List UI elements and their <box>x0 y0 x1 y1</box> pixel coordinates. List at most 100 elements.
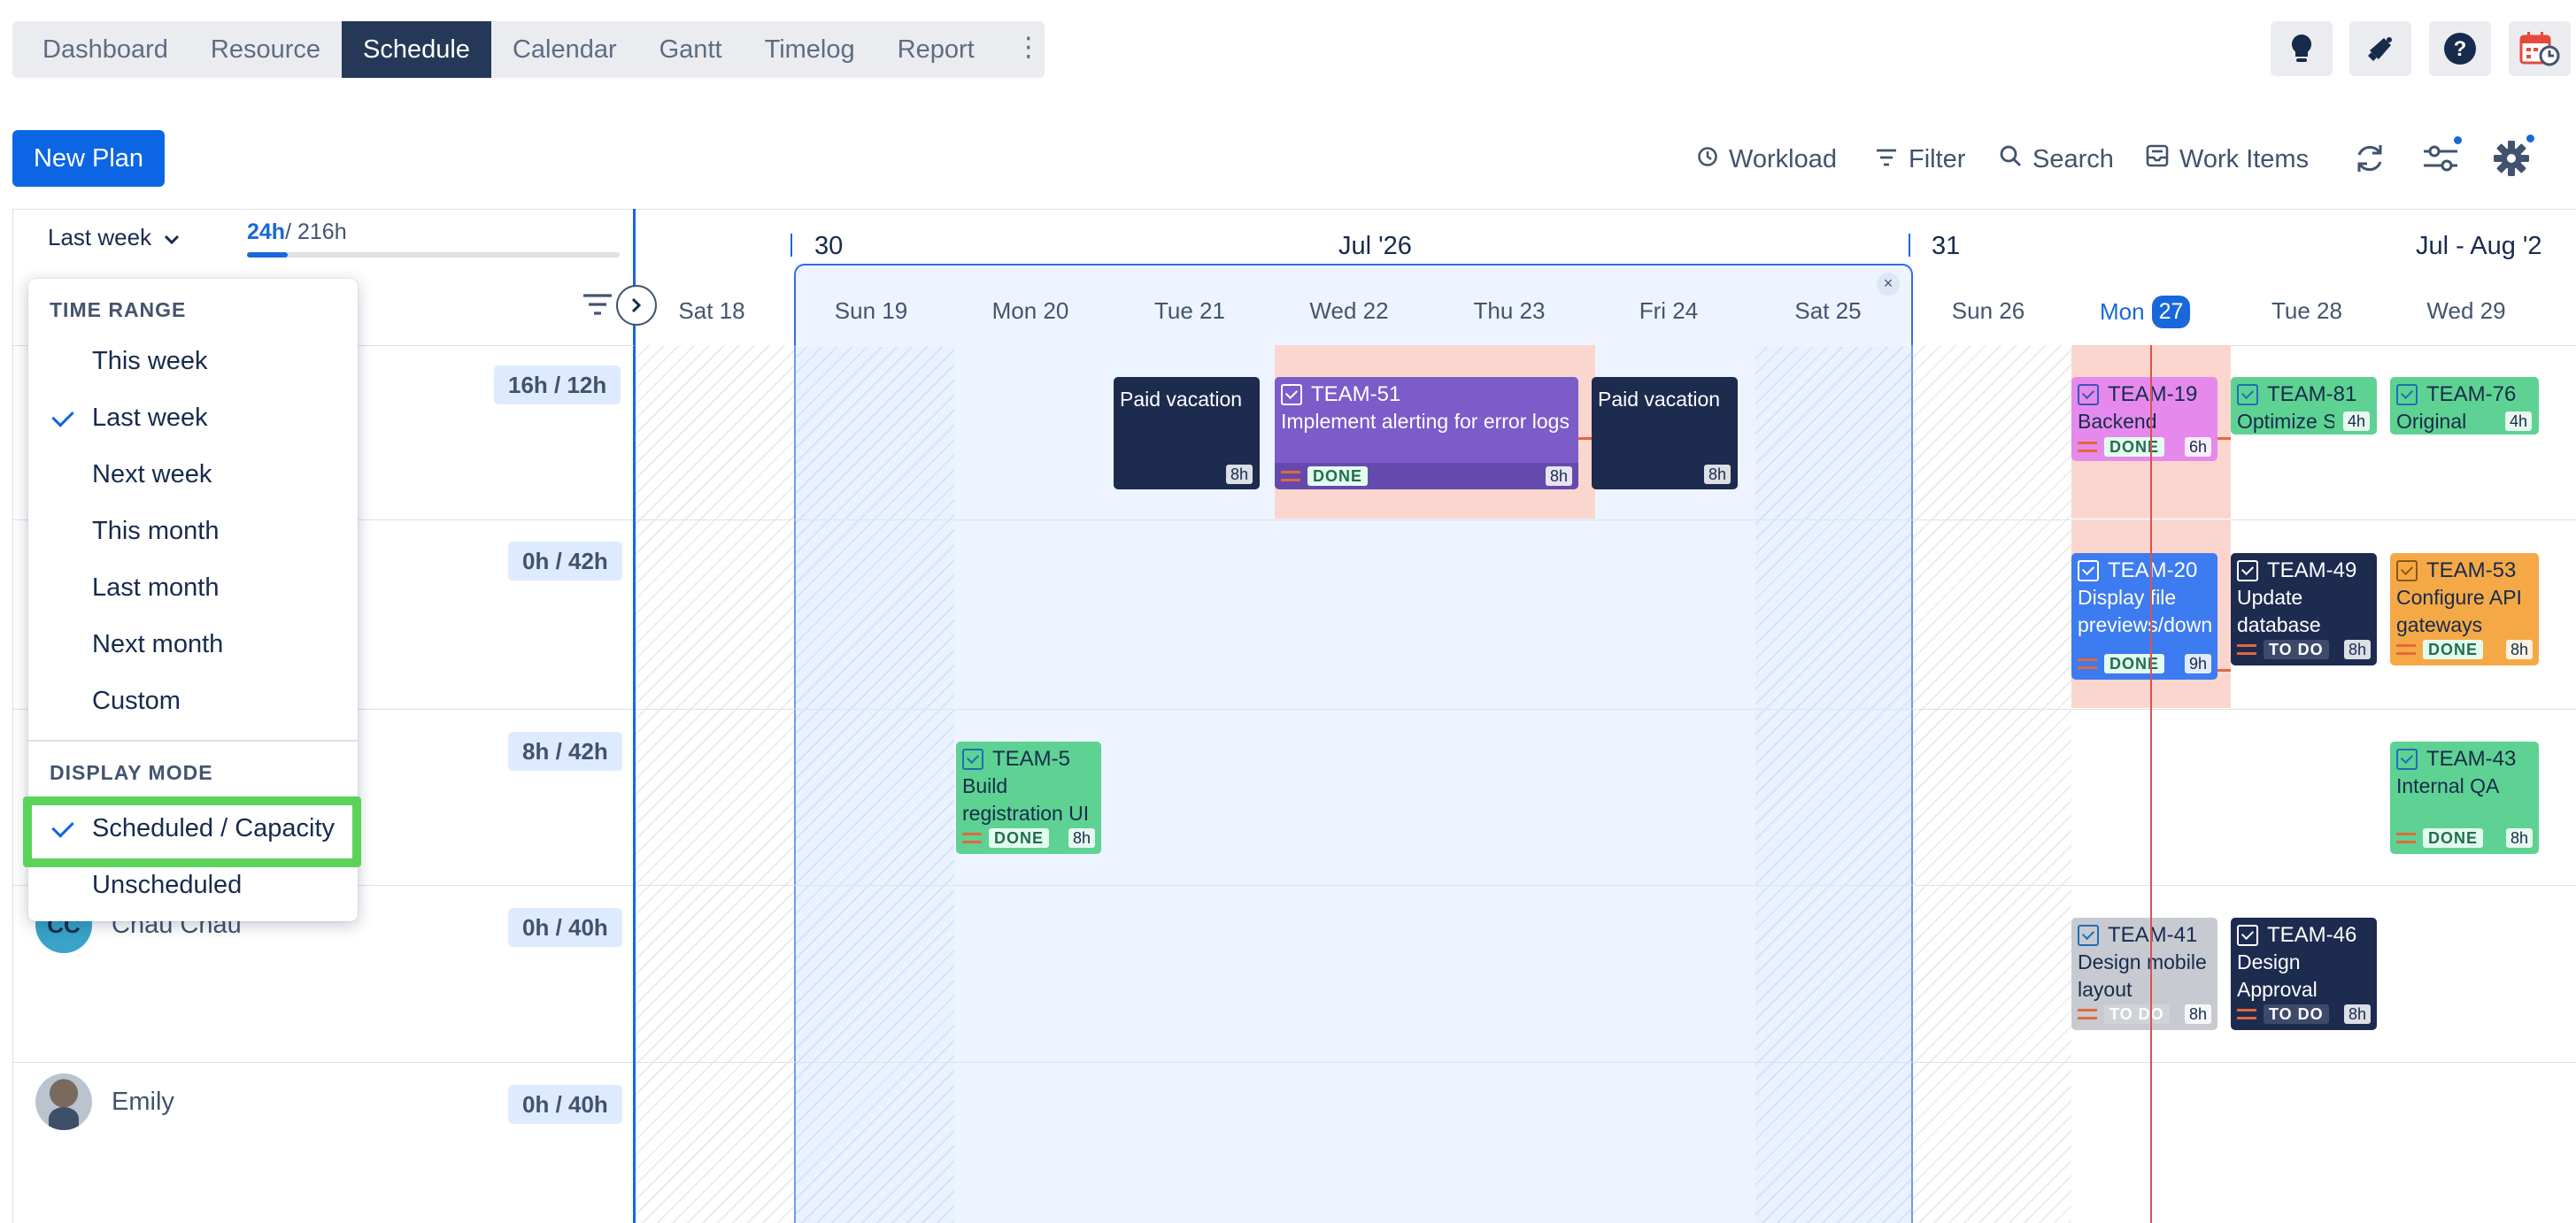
clock-icon <box>1697 145 1718 174</box>
task-card-team-46[interactable]: TEAM-46 Design Approval TO DO 8h <box>2231 918 2377 1030</box>
tab-timelog[interactable]: Timelog <box>744 21 876 78</box>
menu-item-scheduled-capacity[interactable]: Scheduled / Capacity <box>28 803 358 854</box>
lightbulb-icon[interactable] <box>2271 21 2333 76</box>
day-header: Tue 21 <box>1154 297 1225 324</box>
week-tick <box>1909 234 1910 257</box>
workload-button[interactable]: Workload <box>1697 142 1837 177</box>
day-header: Sat 25 <box>1794 297 1862 324</box>
task-card-team-5[interactable]: TEAM-5 Build registration UI DONE 8h <box>956 742 1101 854</box>
time-range-select[interactable]: Last week <box>48 219 180 255</box>
expand-panel-button[interactable] <box>616 285 657 326</box>
week-label: 31 <box>1932 232 1961 260</box>
menu-item-last-month[interactable]: Last month <box>28 562 358 613</box>
card-key: TEAM-19 <box>2108 382 2198 406</box>
tab-schedule[interactable]: Schedule <box>342 21 491 78</box>
megaphone-icon[interactable] <box>2349 21 2411 76</box>
card-key: TEAM-53 <box>2426 558 2517 582</box>
card-key: TEAM-76 <box>2426 382 2517 406</box>
day-header: Tue 28 <box>2271 297 2342 324</box>
card-hours: 8h <box>2343 640 2371 659</box>
menu-item-label: Last week <box>92 403 208 432</box>
inbox-icon <box>2146 144 2169 174</box>
week-tick <box>791 234 792 257</box>
gear-icon[interactable] <box>2489 133 2536 181</box>
card-title: Optimize SE <box>2237 410 2334 433</box>
tab-resource[interactable]: Resource <box>189 21 342 78</box>
checkbox-icon <box>2078 559 2099 581</box>
panel-divider[interactable] <box>633 209 636 1223</box>
menu-item-last-week[interactable]: Last week <box>28 392 358 443</box>
capacity-badge: 0h / 42h <box>508 542 622 581</box>
card-key: TEAM-49 <box>2267 558 2357 582</box>
menu-section-title: DISPLAY MODE <box>50 761 213 784</box>
task-card-team-49[interactable]: TEAM-49 Update database TO DO 8h <box>2231 553 2377 665</box>
menu-item-this-month[interactable]: This month <box>28 505 358 557</box>
tab-dashboard[interactable]: Dashboard <box>21 21 189 78</box>
task-card-team-19[interactable]: TEAM-19 Backend DONE 6h <box>2071 377 2217 461</box>
work-items-button[interactable]: Work Items <box>2146 142 2309 177</box>
new-plan-button[interactable]: New Plan <box>12 130 165 187</box>
menu-item-custom[interactable]: Custom <box>28 675 358 727</box>
card-hours: 8h <box>1068 828 1095 848</box>
refresh-icon[interactable] <box>2348 136 2392 181</box>
menu-item-next-month[interactable]: Next month <box>28 619 358 670</box>
weekend-column <box>1912 345 2071 1223</box>
menu-item-unscheduled[interactable]: Unscheduled <box>28 859 358 911</box>
card-title: Paid vacation <box>1598 388 1721 411</box>
card-hours: 8h <box>2505 640 2533 659</box>
task-card-team-76[interactable]: TEAM-76 Original 4h <box>2390 377 2539 435</box>
checkbox-icon <box>2078 383 2099 405</box>
task-card-team-41[interactable]: TEAM-41 Design mobile layout TO DO 8h <box>2071 918 2217 1030</box>
calendar-clock-icon[interactable] <box>2509 21 2571 76</box>
checkbox-icon <box>2396 748 2418 770</box>
task-card-team-81[interactable]: TEAM-81 Optimize SE 4h <box>2231 377 2377 435</box>
check-icon <box>51 815 74 838</box>
avatar <box>35 1073 92 1130</box>
more-vertical-icon[interactable]: ⋮ <box>996 21 1061 78</box>
checkbox-icon <box>1281 383 1302 405</box>
time-off-card[interactable]: Paid vacation 8h <box>1114 377 1260 489</box>
tab-gantt[interactable]: Gantt <box>638 21 744 78</box>
status-badge: TO DO <box>2104 1004 2170 1024</box>
card-key: TEAM-51 <box>1311 382 1401 406</box>
task-card-team-51[interactable]: TEAM-51 Implement alerting for error log… <box>1275 377 1578 489</box>
card-key: TEAM-46 <box>2267 923 2357 947</box>
help-icon[interactable]: ? <box>2429 21 2491 76</box>
capacity-badge: 0h / 40h <box>508 908 622 947</box>
checkbox-icon <box>2237 559 2258 581</box>
sort-filter-icon[interactable] <box>582 292 613 323</box>
filter-icon <box>1875 145 1898 174</box>
priority-medium-icon <box>2396 833 2416 843</box>
day-header: Thu 23 <box>1473 297 1546 324</box>
sliders-icon[interactable] <box>2418 135 2464 181</box>
capacity-badge: 16h / 12h <box>494 365 621 404</box>
priority-medium-icon <box>2078 1009 2097 1019</box>
checkbox-icon <box>962 748 983 770</box>
task-card-team-20[interactable]: TEAM-20 Display file previews/downlinks … <box>2071 553 2217 680</box>
status-badge: DONE <box>2423 640 2484 659</box>
filter-button[interactable]: Filter <box>1875 142 1965 177</box>
time-range-menu: TIME RANGE This week Last week Next week… <box>28 279 358 921</box>
priority-medium-icon <box>1281 471 1300 481</box>
person-row-emily[interactable]: Emily <box>35 1073 174 1130</box>
menu-item-next-week[interactable]: Next week <box>28 449 358 500</box>
card-title: Paid vacation <box>1120 388 1243 411</box>
task-card-team-43[interactable]: TEAM-43 Internal QA DONE 8h <box>2390 742 2539 854</box>
notification-dot <box>2452 135 2464 146</box>
menu-item-this-week[interactable]: This week <box>28 335 358 387</box>
tab-calendar[interactable]: Calendar <box>491 21 638 78</box>
card-hours: 8h <box>2343 1004 2371 1024</box>
menu-divider <box>28 740 358 742</box>
time-off-card[interactable]: Paid vacation 8h <box>1592 377 1738 489</box>
search-button[interactable]: Search <box>1999 142 2114 177</box>
task-card-team-53[interactable]: TEAM-53 Configure API gateways DONE 8h <box>2390 553 2539 665</box>
tab-report[interactable]: Report <box>876 21 996 78</box>
work-items-label: Work Items <box>2179 144 2310 173</box>
capacity-progress-fill <box>247 252 289 258</box>
selected-week-right-edge <box>1911 345 1913 1223</box>
card-hours: 8h <box>1545 466 1572 486</box>
close-icon[interactable]: × <box>1877 273 1900 296</box>
card-key: TEAM-5 <box>992 747 1071 771</box>
status-badge: DONE <box>2423 828 2484 848</box>
card-title: Update database <box>2237 586 2321 636</box>
